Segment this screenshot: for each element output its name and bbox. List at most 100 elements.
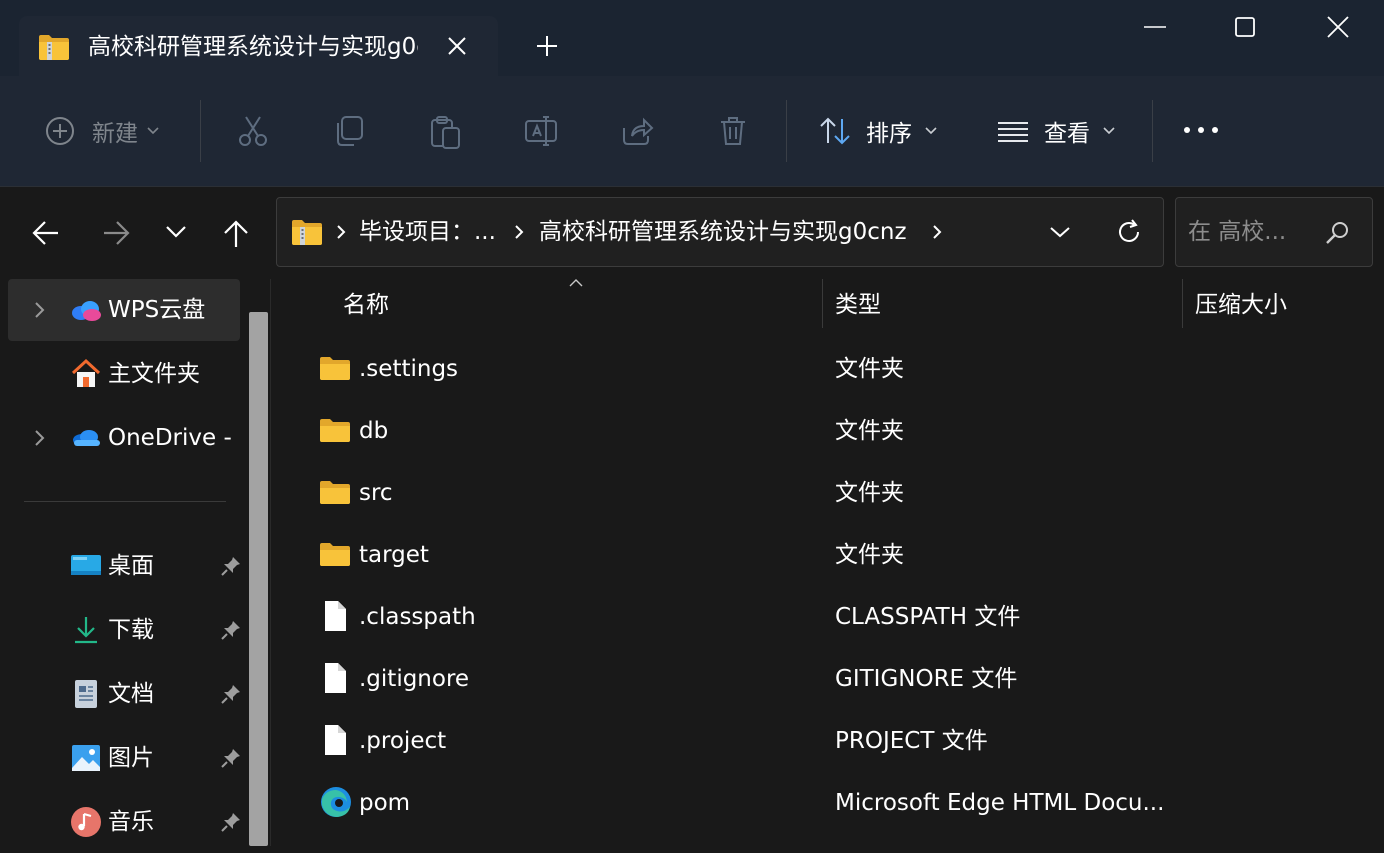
expand-chevron-icon[interactable] [32, 428, 48, 448]
pin-icon[interactable] [220, 555, 242, 577]
file-type: 文件夹 [835, 356, 904, 382]
home-icon [70, 358, 102, 390]
sidebar-item-pictures[interactable]: 图片 [8, 727, 240, 789]
zip-folder-icon [291, 218, 323, 246]
column-resize-handle[interactable] [1182, 279, 1183, 328]
address-history-chevron-icon[interactable] [1049, 224, 1071, 240]
breadcrumb-separator-icon[interactable] [931, 224, 943, 240]
sidebar-item-label: OneDrive - [108, 425, 232, 451]
pin-icon[interactable] [220, 683, 242, 705]
breadcrumb-separator-icon[interactable] [513, 224, 525, 240]
breadcrumb-segment-current[interactable]: 高校科研管理系统设计与实现g0cnz [539, 198, 907, 266]
file-type: PROJECT 文件 [835, 728, 988, 754]
sidebar-item-label: 主文件夹 [108, 361, 200, 387]
column-header-name[interactable]: 名称 [343, 279, 389, 331]
file-icon [319, 599, 351, 633]
edge-icon [319, 785, 351, 819]
column-resize-handle[interactable] [822, 279, 823, 328]
refresh-icon[interactable] [1115, 218, 1143, 246]
title-bar: 高校科研管理系统设计与实现g0cnz [0, 0, 1384, 76]
sidebar-item-music[interactable]: 音乐 [8, 791, 240, 853]
up-arrow-icon[interactable] [221, 218, 251, 250]
table-row[interactable]: pom Microsoft Edge HTML Docu... [283, 772, 1384, 834]
sidebar-scrollbar[interactable] [249, 312, 268, 846]
back-arrow-icon[interactable] [30, 218, 62, 248]
file-name: .gitignore [359, 666, 470, 692]
forward-arrow-icon[interactable] [100, 218, 132, 248]
address-bar[interactable]: 毕设项目：... 高校科研管理系统设计与实现g0cnz [276, 197, 1164, 267]
tab-close-icon[interactable] [443, 32, 471, 60]
paste-icon[interactable] [428, 114, 462, 150]
table-row[interactable]: .classpath CLASSPATH 文件 [283, 586, 1384, 648]
pin-icon[interactable] [220, 619, 242, 641]
share-icon[interactable] [620, 114, 654, 148]
new-button[interactable]: 新建 [44, 114, 160, 148]
table-row[interactable]: .settings 文件夹 [283, 338, 1384, 400]
more-options-icon[interactable] [1182, 118, 1220, 142]
pictures-icon [70, 742, 102, 774]
new-tab-icon[interactable] [533, 32, 561, 60]
pin-icon[interactable] [220, 811, 242, 833]
table-row[interactable]: target 文件夹 [283, 524, 1384, 586]
navigation-bar: 毕设项目：... 高校科研管理系统设计与实现g0cnz 在 高校... [0, 187, 1384, 279]
file-type: 文件夹 [835, 418, 904, 444]
sidebar-item-wps-cloud[interactable]: WPS云盘 [8, 279, 240, 341]
minimize-icon[interactable] [1140, 12, 1170, 42]
file-name: target [359, 542, 429, 568]
pane-divider[interactable] [270, 279, 284, 846]
download-icon [70, 614, 102, 646]
copy-icon[interactable] [332, 114, 366, 148]
file-icon [319, 723, 351, 757]
column-header-type[interactable]: 类型 [835, 279, 881, 331]
sidebar-item-documents[interactable]: 文档 [8, 663, 240, 725]
close-window-icon[interactable] [1323, 12, 1353, 42]
search-input[interactable]: 在 高校... [1188, 198, 1286, 266]
breadcrumb-separator-icon[interactable] [335, 224, 347, 240]
expand-chevron-icon[interactable] [32, 300, 48, 320]
table-row[interactable]: .gitignore GITIGNORE 文件 [283, 648, 1384, 710]
desktop-icon [70, 550, 102, 582]
file-name: pom [359, 790, 411, 816]
sidebar-item-label: WPS云盘 [108, 297, 206, 323]
sort-ascending-icon [569, 279, 583, 287]
maximize-icon[interactable] [1230, 12, 1260, 42]
music-icon [70, 806, 102, 838]
file-name: src [359, 480, 393, 506]
search-icon[interactable] [1324, 220, 1350, 246]
delete-icon[interactable] [716, 114, 750, 148]
new-label: 新建 [92, 121, 138, 147]
pin-icon[interactable] [220, 747, 242, 769]
sidebar-item-label: 桌面 [108, 553, 154, 579]
sort-button[interactable]: 排序 [818, 114, 938, 148]
sidebar-item-downloads[interactable]: 下载 [8, 599, 240, 661]
zip-folder-icon [38, 33, 70, 61]
folder-icon [319, 537, 351, 571]
table-row[interactable]: .project PROJECT 文件 [283, 710, 1384, 772]
recent-locations-chevron-icon[interactable] [164, 223, 188, 241]
tab-current[interactable]: 高校科研管理系统设计与实现g0cnz [19, 16, 498, 76]
sort-label: 排序 [866, 121, 912, 147]
sidebar-item-home[interactable]: 主文件夹 [8, 343, 240, 405]
view-button[interactable]: 查看 [996, 114, 1116, 148]
cut-icon[interactable] [236, 114, 270, 148]
breadcrumb-segment-parent[interactable]: 毕设项目：... [359, 198, 496, 266]
folder-icon [319, 351, 351, 385]
file-name: .project [359, 728, 447, 754]
sidebar-item-onedrive[interactable]: OneDrive - [8, 407, 240, 469]
sort-arrows-icon [818, 115, 852, 147]
sidebar-item-desktop[interactable]: 桌面 [8, 535, 240, 597]
file-name: db [359, 418, 389, 444]
file-type: 文件夹 [835, 480, 904, 506]
file-list: 名称 类型 压缩大小 .settings 文件夹 db 文件夹 src 文件夹 … [283, 279, 1384, 846]
chevron-down-icon [924, 126, 938, 136]
search-box[interactable]: 在 高校... [1175, 197, 1373, 267]
table-row[interactable]: src 文件夹 [283, 462, 1384, 524]
sidebar-divider [24, 501, 226, 502]
plus-circle-icon [44, 115, 76, 147]
rename-icon[interactable] [524, 114, 558, 148]
sidebar-item-label: 下载 [108, 617, 154, 643]
file-type: 文件夹 [835, 542, 904, 568]
table-row[interactable]: db 文件夹 [283, 400, 1384, 462]
folder-icon [319, 475, 351, 509]
column-header-compressed-size[interactable]: 压缩大小 [1195, 279, 1287, 331]
